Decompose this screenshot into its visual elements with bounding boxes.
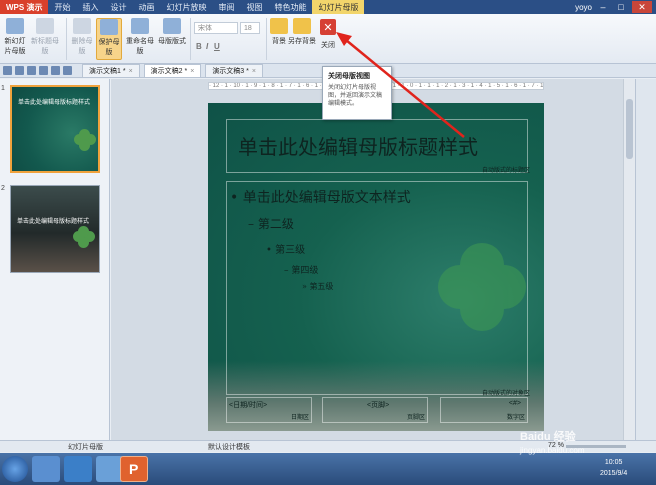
master-title-text[interactable]: 单击此处编辑母版标题样式 [238, 131, 478, 160]
tooltip-title: 关闭母版视图 [328, 73, 370, 80]
text-level-4[interactable]: – 第四级 [284, 263, 318, 276]
text-level-3[interactable]: • 第三级 [266, 241, 305, 256]
footer-placeholder[interactable]: <页脚> 页脚区 [322, 397, 428, 423]
clover-icon [74, 129, 96, 151]
menu-slideshow[interactable]: 幻灯片放映 [160, 2, 212, 13]
close-tab-icon[interactable]: × [252, 68, 256, 75]
protect-master-icon [100, 19, 118, 35]
thumbnail-master[interactable]: 单击此处编辑母版标题样式 [10, 85, 100, 173]
menu-animation[interactable]: 动画 [132, 2, 160, 13]
delete-master-button[interactable]: 删除母版 [70, 18, 94, 56]
new-master-icon [6, 18, 24, 34]
italic-button[interactable]: I [206, 42, 208, 51]
text-level-2[interactable]: – 第二级 [248, 215, 294, 232]
delete-master-icon [73, 18, 91, 34]
close-tab-icon[interactable]: × [190, 68, 194, 75]
protect-master-button[interactable]: 保护母版 [96, 18, 122, 60]
background-button[interactable]: 背景 [270, 18, 288, 46]
save-background-icon [293, 18, 311, 34]
body-area-label: 自动版式的对象区 [482, 391, 531, 397]
menu-view[interactable]: 视图 [240, 2, 268, 13]
status-view-mode: 幻灯片母版 [68, 444, 103, 451]
print-icon[interactable] [39, 66, 48, 75]
menu-insert[interactable]: 插入 [76, 2, 104, 13]
slide-canvas[interactable]: 单击此处编辑母版标题样式 自动版式的标题区 • 单击此处编辑母版文本样式 – 第… [208, 103, 544, 431]
undo-icon[interactable] [51, 66, 60, 75]
baidu-watermark: Baidu 经验 [520, 431, 576, 443]
title-bar: WPS 演示 开始 插入 设计 动画 幻灯片放映 审阅 视图 特色功能 幻灯片母… [0, 0, 656, 14]
save-background-button[interactable]: 另存背景 [288, 18, 316, 46]
baidu-watermark-url: jingyan.baidu.com [520, 446, 585, 455]
open-file-icon[interactable] [15, 66, 24, 75]
vertical-scrollbar[interactable] [623, 79, 635, 440]
thumbnail-number: 2 [1, 185, 5, 192]
close-tab-icon[interactable]: × [129, 68, 133, 75]
separator [190, 18, 191, 60]
user-name[interactable]: yoyo [575, 3, 592, 12]
taskbar-wps-presentation-icon[interactable]: P [120, 456, 148, 482]
system-clock[interactable]: 10:05 2015/9/4 [600, 457, 627, 479]
text-level-5[interactable]: » 第五级 [302, 281, 333, 292]
menu-design[interactable]: 设计 [104, 2, 132, 13]
separator [66, 18, 67, 60]
maximize-icon[interactable]: □ [614, 1, 628, 13]
title-right-area: yoyo – □ ✕ [575, 1, 656, 13]
tab-document-2[interactable]: 演示文稿2 * × [143, 64, 202, 77]
separator [266, 18, 267, 60]
slide-editing-area: · 12 · 1 · 10 · 1 · 9 · 1 · 8 · 1 · 7 · … [111, 79, 635, 440]
minimize-icon[interactable]: – [596, 1, 610, 13]
number-placeholder[interactable]: <#> 数字区 [440, 397, 528, 423]
menu-start[interactable]: 开始 [48, 2, 76, 13]
rename-master-button[interactable]: 重命名母版 [124, 18, 156, 56]
master-layout-icon [163, 18, 181, 34]
menu-slide-master[interactable]: 幻灯片母版 [312, 0, 365, 14]
master-layout-button[interactable]: 母版版式 [158, 18, 186, 46]
taskbar-app-icon[interactable] [32, 456, 60, 482]
close-master-button[interactable]: 关闭 [319, 40, 337, 50]
rename-master-icon [131, 18, 149, 34]
slide-thumbnail-panel: 1 单击此处编辑母版标题样式 2 单击此处编辑母版标题样式 [0, 79, 110, 440]
new-file-icon[interactable] [3, 66, 12, 75]
thumbnail-title-master[interactable]: 单击此处编辑母版标题样式 [10, 185, 100, 273]
save-icon[interactable] [27, 66, 36, 75]
new-slide-master-button[interactable]: 新幻灯片母版 [2, 18, 28, 56]
clover-icon [73, 226, 95, 248]
close-master-icon[interactable]: ✕ [320, 19, 336, 35]
body-placeholder[interactable] [226, 181, 528, 395]
tab-document-1[interactable]: 演示文稿1 * × [82, 64, 140, 77]
thumbnail-title: 单击此处编辑母版标题样式 [17, 219, 90, 225]
redo-icon[interactable] [63, 66, 72, 75]
date-placeholder[interactable]: <日期/时间> 日期区 [226, 397, 312, 423]
close-master-tooltip: 关闭母版视图 关闭幻灯片母版视图，并返回演示文稿编辑模式。 [322, 66, 392, 120]
tab-document-3[interactable]: 演示文稿3 * × [205, 64, 263, 77]
taskbar-browser-icon[interactable] [64, 456, 92, 482]
tooltip-body: 关闭幻灯片母版视图，并返回演示文稿编辑模式。 [328, 85, 383, 107]
menu-review[interactable]: 审阅 [212, 2, 240, 13]
font-size-select[interactable]: 18 [240, 22, 260, 34]
new-title-master-icon [36, 18, 54, 34]
new-title-master-button[interactable]: 新标题母版 [30, 18, 60, 56]
status-template: 默认设计模板 [208, 444, 250, 451]
thumbnail-title: 单击此处编辑母版标题样式 [18, 100, 91, 106]
menu-features[interactable]: 特色功能 [268, 2, 312, 13]
underline-button[interactable]: U [214, 42, 220, 51]
app-menu-button[interactable]: WPS 演示 [0, 0, 49, 14]
title-area-label: 自动版式的标题区 [482, 168, 531, 174]
close-window-icon[interactable]: ✕ [632, 1, 652, 13]
task-pane-strip[interactable] [635, 79, 656, 440]
ribbon: 新幻灯片母版 新标题母版 删除母版 保护母版 重命名母版 母版版式 宋体 18 … [0, 14, 656, 64]
bold-button[interactable]: B [196, 42, 202, 51]
thumbnail-number: 1 [1, 85, 5, 92]
windows-taskbar: P 10:05 2015/9/4 [0, 453, 656, 485]
scrollbar-thumb[interactable] [626, 99, 633, 159]
text-level-1[interactable]: • 单击此处编辑母版文本样式 [230, 187, 411, 207]
font-name-select[interactable]: 宋体 [194, 22, 238, 34]
start-button[interactable] [2, 456, 28, 482]
background-icon [270, 18, 288, 34]
